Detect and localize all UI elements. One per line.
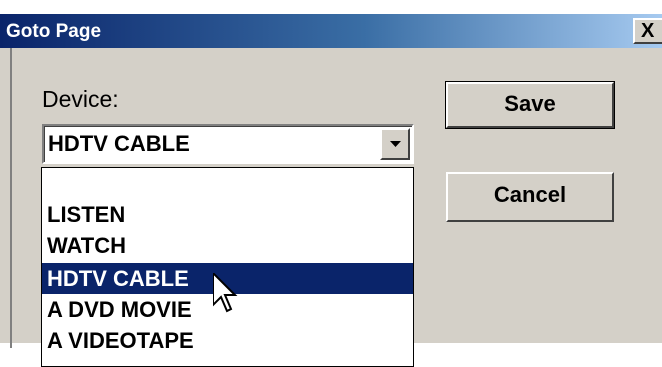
- list-item-listen[interactable]: LISTEN: [42, 199, 413, 230]
- device-select-value: HDTV CABLE: [48, 131, 190, 156]
- title-bar[interactable]: Goto Page X: [0, 14, 662, 48]
- frame-edge: [10, 48, 12, 348]
- chevron-down-icon: [390, 141, 401, 147]
- dialog-title: Goto Page: [6, 21, 102, 42]
- mouse-pointer-icon: [213, 273, 238, 313]
- list-item-watch[interactable]: WATCH: [42, 230, 413, 261]
- close-icon: X: [641, 20, 655, 42]
- cancel-button[interactable]: Cancel: [446, 172, 614, 222]
- list-item-blank[interactable]: [42, 168, 413, 199]
- close-button[interactable]: X: [633, 18, 662, 44]
- device-label: Device:: [42, 86, 119, 112]
- dropdown-arrow-button[interactable]: [380, 128, 410, 160]
- device-dropdown-list[interactable]: LISTEN WATCH HDTV CABLE A DVD MOVIE A VI…: [41, 167, 414, 367]
- list-item-videotape[interactable]: A VIDEOTAPE: [42, 325, 413, 356]
- device-select[interactable]: HDTV CABLE: [42, 124, 414, 164]
- save-button[interactable]: Save: [445, 81, 615, 129]
- goto-page-dialog: Goto Page X Device: HDTV CABLE LISTEN WA…: [0, 14, 662, 367]
